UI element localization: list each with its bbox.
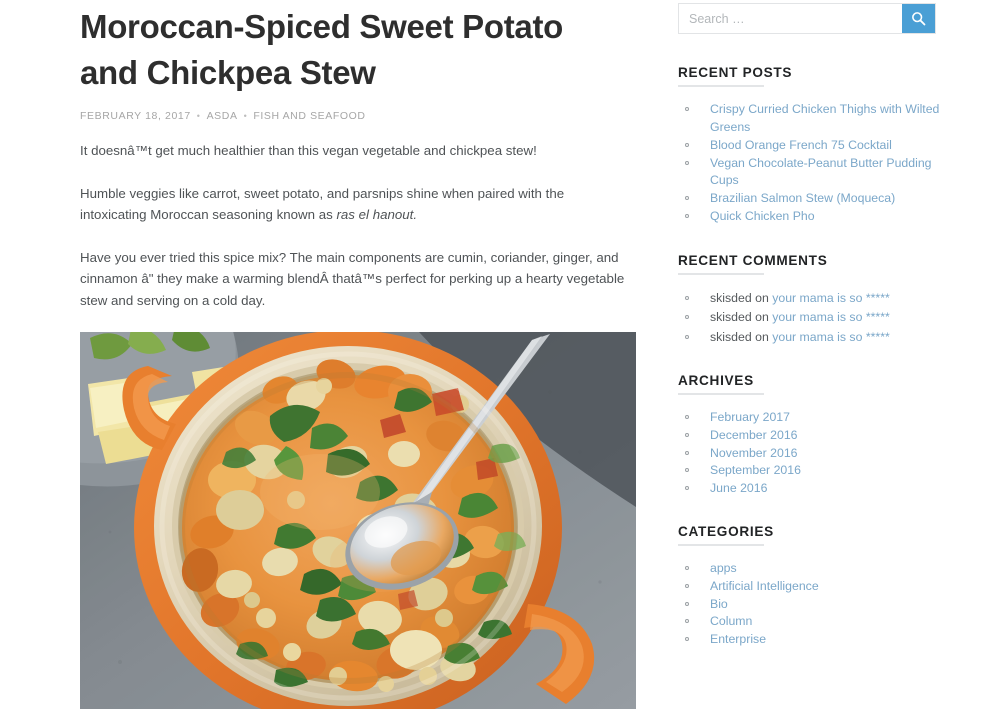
list-item: Enterprise bbox=[678, 631, 948, 648]
bullet-icon bbox=[685, 315, 689, 319]
list-item: apps bbox=[678, 560, 948, 577]
category-link[interactable]: Artificial Intelligence bbox=[710, 579, 819, 593]
article-content: Moroccan-Spiced Sweet Potato and Chickpe… bbox=[0, 0, 636, 709]
recent-post-link[interactable]: Vegan Chocolate-Peanut Butter Pudding Cu… bbox=[710, 156, 932, 188]
category-link[interactable]: Column bbox=[710, 614, 752, 628]
meta-separator-1: • bbox=[196, 111, 201, 121]
list-item: Quick Chicken Pho bbox=[678, 208, 948, 226]
paragraph-2-text: Humble veggies like carrot, sweet potato… bbox=[80, 185, 565, 223]
archive-link[interactable]: November 2016 bbox=[710, 446, 798, 460]
widget-title-underline bbox=[678, 393, 764, 395]
entry-meta: FEBRUARY 18, 2017 • ASDA • FISH AND SEAF… bbox=[80, 110, 636, 122]
paragraph-2: Humble veggies like carrot, sweet potato… bbox=[80, 183, 628, 226]
widget-recent-comments: RECENT COMMENTS skisded on your mama is … bbox=[678, 252, 948, 347]
category-link[interactable]: apps bbox=[710, 561, 737, 575]
bullet-icon bbox=[685, 214, 689, 218]
post-author-link[interactable]: ASDA bbox=[207, 110, 238, 122]
bullet-icon bbox=[685, 619, 689, 624]
comment-author: skisded on bbox=[710, 310, 773, 324]
list-item: Column bbox=[678, 613, 948, 630]
post-date: FEBRUARY 18, 2017 bbox=[80, 110, 191, 122]
post-category-link[interactable]: FISH AND SEAFOOD bbox=[253, 110, 365, 122]
recent-post-link[interactable]: Blood Orange French 75 Cocktail bbox=[710, 138, 892, 152]
widget-title-recent-comments: RECENT COMMENTS bbox=[678, 252, 828, 268]
bullet-icon bbox=[685, 107, 689, 111]
widget-categories: CATEGORIES apps Artificial Intelligence … bbox=[678, 523, 948, 648]
widget-title-recent-posts: RECENT POSTS bbox=[678, 65, 793, 80]
archives-list: February 2017 December 2016 November 201… bbox=[678, 409, 948, 497]
article-body: It doesnâ™t get much healthier than this… bbox=[80, 140, 636, 311]
comment-author: skisded on bbox=[710, 290, 773, 305]
blog-post-page: Moroccan-Spiced Sweet Potato and Chickpe… bbox=[0, 0, 1000, 709]
widget-title-archives: ARCHIVES bbox=[678, 373, 754, 388]
bullet-icon bbox=[685, 432, 689, 437]
recent-post-link[interactable]: Crispy Curried Chicken Thighs with Wilte… bbox=[710, 102, 939, 134]
search-button[interactable] bbox=[902, 4, 935, 33]
widget-recent-posts: RECENT POSTS Crispy Curried Chicken Thig… bbox=[678, 64, 948, 226]
recent-posts-list: Crispy Curried Chicken Thighs with Wilte… bbox=[678, 101, 948, 226]
search-input[interactable] bbox=[679, 4, 902, 33]
list-item: skisded on your mama is so ***** bbox=[678, 328, 948, 347]
archive-link[interactable]: June 2016 bbox=[710, 481, 767, 495]
recent-post-link[interactable]: Brazilian Salmon Stew (Moqueca) bbox=[710, 191, 895, 205]
list-item: Blood Orange French 75 Cocktail bbox=[678, 137, 948, 155]
widget-title-categories: CATEGORIES bbox=[678, 523, 774, 539]
paragraph-2-italic: ras el hanout. bbox=[336, 207, 418, 222]
list-item: February 2017 bbox=[678, 409, 948, 426]
featured-image bbox=[80, 332, 636, 709]
bullet-icon bbox=[685, 160, 689, 165]
list-item: Bio bbox=[678, 596, 948, 613]
stew-photo-illustration bbox=[80, 332, 636, 709]
archive-link[interactable]: September 2016 bbox=[710, 463, 801, 477]
search-form bbox=[678, 3, 936, 34]
bullet-icon bbox=[685, 415, 689, 419]
comment-post-link[interactable]: your mama is so ***** bbox=[772, 310, 890, 324]
archive-link[interactable]: December 2016 bbox=[710, 428, 798, 442]
category-link[interactable]: Enterprise bbox=[710, 632, 766, 646]
list-item: September 2016 bbox=[678, 462, 948, 479]
bullet-icon bbox=[685, 334, 689, 339]
widget-title-underline bbox=[678, 85, 764, 87]
bullet-icon bbox=[685, 295, 689, 300]
comment-author: skisded on bbox=[710, 329, 773, 344]
paragraph-3: Have you ever tried this spice mix? The … bbox=[80, 249, 625, 308]
page-title: Moroccan-Spiced Sweet Potato and Chickpe… bbox=[80, 8, 564, 91]
sidebar: RECENT POSTS Crispy Curried Chicken Thig… bbox=[636, 0, 1000, 674]
list-item: Vegan Chocolate-Peanut Butter Pudding Cu… bbox=[678, 155, 948, 190]
list-item: June 2016 bbox=[678, 480, 948, 497]
comment-post-link[interactable]: your mama is so ***** bbox=[772, 330, 890, 344]
paragraph-1: It doesnâ™t get much healthier than this… bbox=[80, 143, 537, 158]
bullet-icon bbox=[685, 450, 689, 455]
list-item: skisded on your mama is so ***** bbox=[678, 289, 948, 308]
bullet-icon bbox=[685, 142, 689, 147]
recent-post-link[interactable]: Quick Chicken Pho bbox=[710, 209, 815, 223]
widget-title-underline bbox=[678, 272, 764, 275]
list-item: Brazilian Salmon Stew (Moqueca) bbox=[678, 190, 948, 208]
widget-title-underline bbox=[678, 543, 764, 546]
list-item: December 2016 bbox=[678, 427, 948, 444]
search-icon bbox=[912, 12, 926, 26]
meta-separator-2: • bbox=[243, 111, 248, 121]
list-item: Crispy Curried Chicken Thighs with Wilte… bbox=[678, 101, 948, 136]
bullet-icon bbox=[685, 486, 689, 491]
list-item: November 2016 bbox=[678, 445, 948, 462]
archive-link[interactable]: February 2017 bbox=[710, 410, 790, 424]
bullet-icon bbox=[685, 637, 689, 642]
list-item: Artificial Intelligence bbox=[678, 578, 948, 595]
list-item: skisded on your mama is so ***** bbox=[678, 308, 948, 327]
recent-comments-list: skisded on your mama is so ***** skisded… bbox=[678, 289, 948, 347]
bullet-icon bbox=[685, 468, 689, 473]
category-link[interactable]: Bio bbox=[710, 597, 728, 611]
bullet-icon bbox=[685, 601, 689, 606]
bullet-icon bbox=[685, 565, 689, 570]
comment-post-link[interactable]: your mama is so ***** bbox=[772, 291, 890, 305]
categories-list: apps Artificial Intelligence Bio Column … bbox=[678, 560, 948, 648]
bullet-icon bbox=[685, 583, 689, 588]
bullet-icon bbox=[685, 196, 689, 200]
widget-archives: ARCHIVES February 2017 December 2016 Nov… bbox=[678, 372, 948, 497]
